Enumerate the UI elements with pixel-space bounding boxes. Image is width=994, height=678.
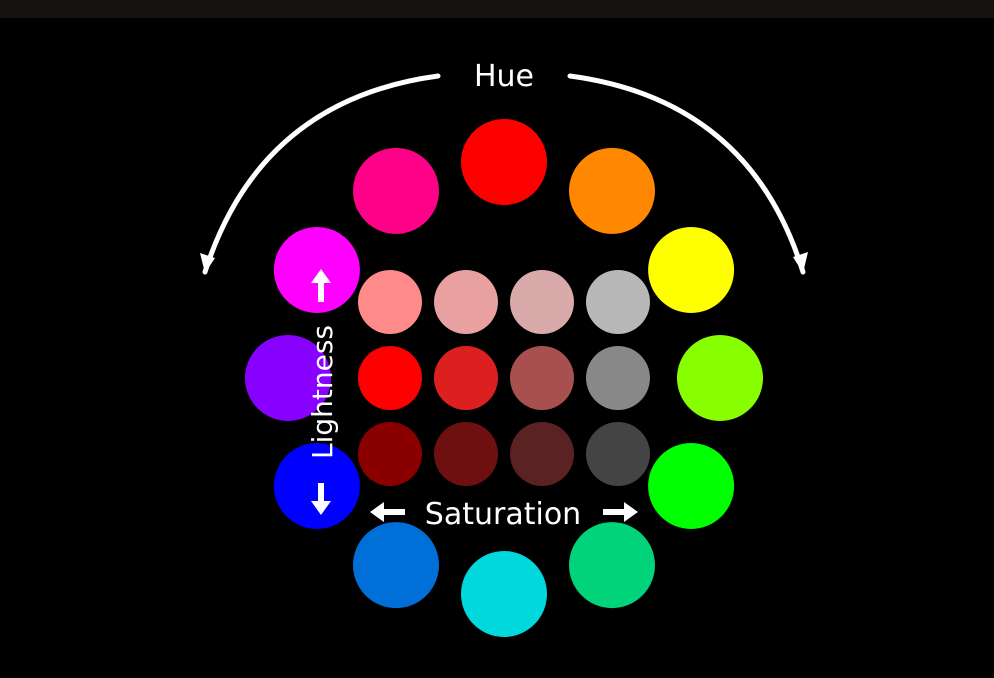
saturation-label: Saturation	[425, 497, 581, 532]
grid-swatch-r1-c3	[586, 346, 650, 410]
hue-swatch-yellow	[648, 227, 735, 313]
diagram-canvas: Hue Saturation Lightness	[200, 59, 808, 637]
grid-swatch-r0-c2	[510, 270, 574, 334]
grid-swatch-r1-c1	[434, 346, 498, 410]
hue-swatch-rose	[353, 147, 439, 234]
hue-swatch-green	[648, 443, 735, 529]
grid-swatch-r0-c3	[586, 270, 650, 334]
hue-label: Hue	[474, 59, 534, 94]
grid-swatch-r0-c1	[434, 270, 498, 334]
hue-swatch-spring-green	[569, 522, 655, 609]
hue-swatch-cyan	[461, 551, 547, 637]
lightness-label: Lightness	[306, 325, 339, 459]
grid-swatch-r2-c1	[434, 422, 498, 486]
grid-swatch-r0-c0	[358, 270, 422, 334]
hue-swatch-azure	[353, 522, 439, 609]
grid-swatch-r2-c3	[586, 422, 650, 486]
arrow-left-icon	[370, 502, 384, 522]
grid-swatch-r1-c0	[358, 346, 422, 410]
grid-swatch-r1-c2	[510, 346, 574, 410]
color-model-diagram: Hue Saturation Lightness	[0, 0, 994, 678]
grid-swatch-r2-c2	[510, 422, 574, 486]
hue-swatch-red	[461, 119, 547, 205]
grid-swatch-r2-c0	[358, 422, 422, 486]
hue-swatch-orange	[569, 147, 655, 234]
hue-swatch-magenta	[273, 227, 360, 313]
saturation-lightness-grid	[358, 270, 650, 486]
hue-swatch-chartreuse	[677, 335, 763, 421]
arrow-right-icon	[624, 502, 638, 522]
